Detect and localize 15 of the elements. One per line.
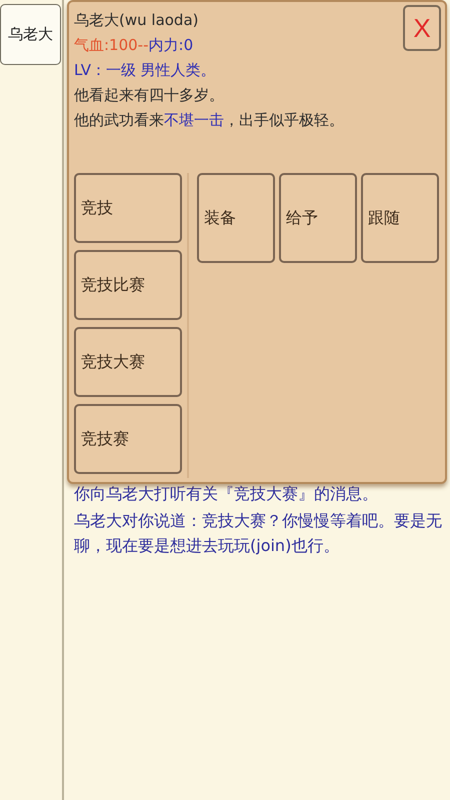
info-line: 气血:100--内力:0 xyxy=(74,35,194,56)
info-line: 他的武功看来不堪一击，出手似乎极轻。 xyxy=(74,110,344,131)
action-button[interactable]: 竞技 xyxy=(74,173,182,243)
action-button[interactable]: 竞技大赛 xyxy=(74,327,182,397)
action-button[interactable]: 跟随 xyxy=(361,173,439,263)
log-message: 你向乌老大打听有关『竞技大赛』的消息。 xyxy=(74,483,379,505)
character-name: 乌老大(wu laoda) xyxy=(74,10,200,31)
info-line: 他看起来有四十多岁。 xyxy=(74,85,225,106)
info-line: LV：一级 男性人类。 xyxy=(74,60,217,81)
action-button[interactable]: 装备 xyxy=(197,173,275,263)
log-message: 乌老大对你说道：竞技大赛？你慢慢等着吧。要是无聊，现在要是想进去玩玩(join)也行。 xyxy=(74,510,442,557)
character-button[interactable]: 乌老大 xyxy=(0,4,61,65)
action-button[interactable]: 竞技赛 xyxy=(74,404,182,474)
action-button[interactable]: 竞技比赛 xyxy=(74,250,182,320)
action-button[interactable]: 给予 xyxy=(279,173,357,263)
